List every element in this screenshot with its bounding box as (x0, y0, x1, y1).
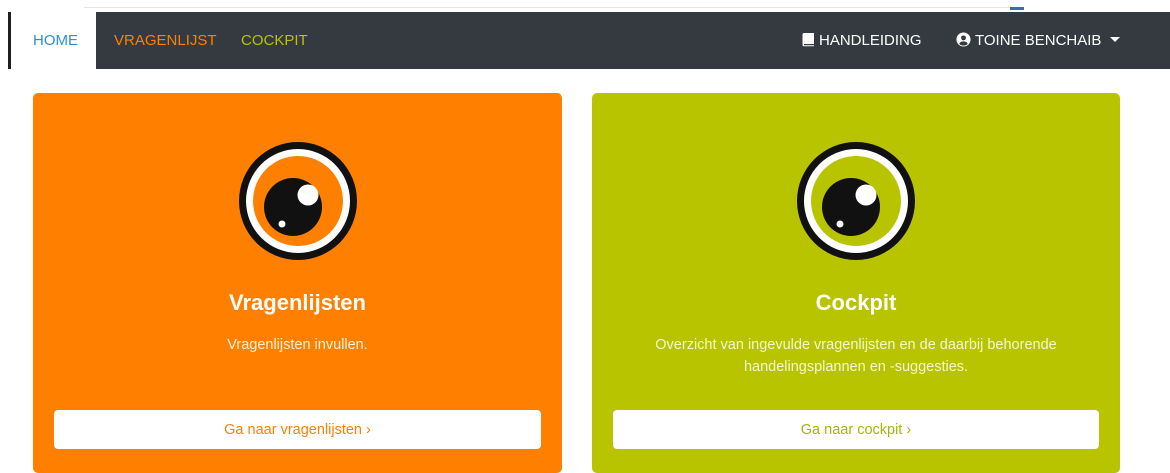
top-strip (0, 0, 1170, 12)
nav-user-menu[interactable]: TOINE BENCHAIB (956, 12, 1121, 69)
book-icon (802, 33, 814, 47)
card-vragenlijsten: Vragenlijsten Vragenlijsten invullen. Ga… (33, 93, 562, 473)
card-cockpit: Cockpit Overzicht van ingevulde vragenli… (592, 93, 1120, 473)
top-divider (84, 7, 1014, 8)
chevron-down-icon (1110, 37, 1121, 42)
card-description: Vragenlijsten invullen. (227, 337, 368, 353)
nav-home[interactable]: HOME (11, 12, 96, 69)
nav-handleiding[interactable]: HANDLEIDING (801, 12, 922, 69)
eye-icon (797, 142, 915, 260)
nav-handleiding-label: HANDLEIDING (819, 32, 922, 49)
goto-vragenlijsten-button[interactable]: Ga naar vragenlijsten › (54, 410, 541, 449)
nav-cockpit[interactable]: COCKPIT (241, 12, 308, 69)
card-title: Cockpit (815, 290, 897, 315)
nav-vragenlijst[interactable]: VRAGENLIJST (114, 12, 217, 69)
card-title: Vragenlijsten (229, 290, 366, 315)
card-description: Overzicht van ingevulde vragenlijsten en… (655, 337, 1057, 375)
main-navbar: HOME VRAGENLIJST COCKPIT HANDLEIDING TOI… (0, 12, 1170, 69)
top-accent-mark (1010, 7, 1024, 10)
nav-user-label: TOINE BENCHAIB (975, 32, 1102, 49)
user-circle-icon (956, 32, 971, 47)
goto-cockpit-button[interactable]: Ga naar cockpit › (613, 410, 1099, 449)
eye-icon (238, 142, 357, 260)
